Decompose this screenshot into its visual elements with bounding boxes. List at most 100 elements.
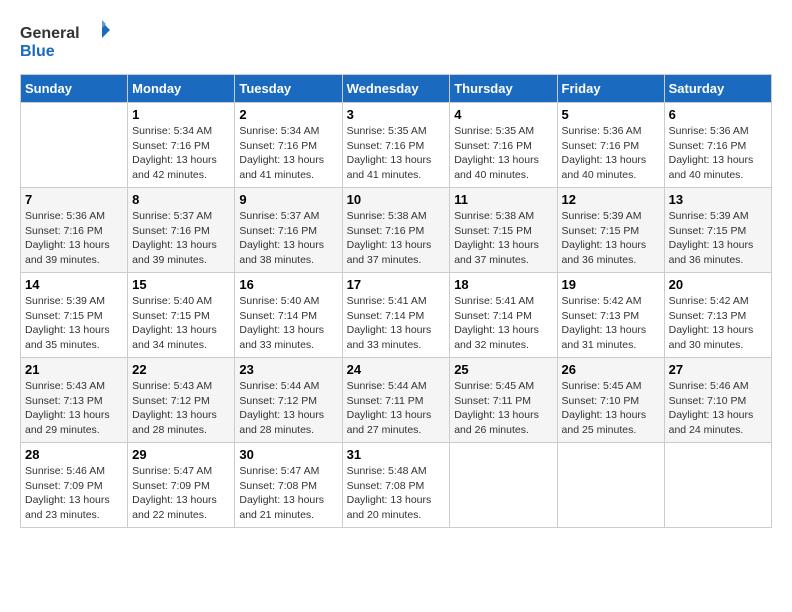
day-number: 19	[562, 277, 660, 292]
calendar-cell	[21, 103, 128, 188]
cell-info: Sunrise: 5:36 AM Sunset: 7:16 PM Dayligh…	[25, 209, 123, 268]
cell-info: Sunrise: 5:46 AM Sunset: 7:09 PM Dayligh…	[25, 464, 123, 523]
calendar-cell: 7 Sunrise: 5:36 AM Sunset: 7:16 PM Daylig…	[21, 188, 128, 273]
day-number: 30	[239, 447, 337, 462]
day-number: 13	[669, 192, 767, 207]
calendar-week-row: 28 Sunrise: 5:46 AM Sunset: 7:09 PM Dayli…	[21, 443, 772, 528]
day-number: 8	[132, 192, 230, 207]
cell-info: Sunrise: 5:34 AM Sunset: 7:16 PM Dayligh…	[239, 124, 337, 183]
day-number: 26	[562, 362, 660, 377]
calendar-week-row: 21 Sunrise: 5:43 AM Sunset: 7:13 PM Dayli…	[21, 358, 772, 443]
day-number: 1	[132, 107, 230, 122]
day-number: 28	[25, 447, 123, 462]
day-number: 24	[347, 362, 446, 377]
cell-info: Sunrise: 5:44 AM Sunset: 7:12 PM Dayligh…	[239, 379, 337, 438]
calendar-cell: 8Sunrise: 5:37 AM Sunset: 7:16 PM Daylig…	[128, 188, 235, 273]
calendar-table: SundayMondayTuesdayWednesdayThursdayFrid…	[20, 74, 772, 528]
cell-info: Sunrise: 5:41 AM Sunset: 7:14 PM Dayligh…	[454, 294, 552, 353]
cell-info: Sunrise: 5:35 AM Sunset: 7:16 PM Dayligh…	[454, 124, 552, 183]
day-number: 3	[347, 107, 446, 122]
cell-info: Sunrise: 5:39 AM Sunset: 7:15 PM Dayligh…	[562, 209, 660, 268]
cell-info: Sunrise: 5:40 AM Sunset: 7:15 PM Dayligh…	[132, 294, 230, 353]
cell-info: Sunrise: 5:38 AM Sunset: 7:16 PM Dayligh…	[347, 209, 446, 268]
day-number: 17	[347, 277, 446, 292]
cell-info: Sunrise: 5:39 AM Sunset: 7:15 PM Dayligh…	[669, 209, 767, 268]
day-number: 12	[562, 192, 660, 207]
calendar-cell: 28 Sunrise: 5:46 AM Sunset: 7:09 PM Dayli…	[21, 443, 128, 528]
calendar-cell: 12 Sunrise: 5:39 AM Sunset: 7:15 PM Dayli…	[557, 188, 664, 273]
cell-info: Sunrise: 5:45 AM Sunset: 7:10 PM Dayligh…	[562, 379, 660, 438]
day-number: 5	[562, 107, 660, 122]
calendar-week-row: 1 Sunrise: 5:34 AM Sunset: 7:16 PM Daylig…	[21, 103, 772, 188]
cell-info: Sunrise: 5:35 AM Sunset: 7:16 PM Dayligh…	[347, 124, 446, 183]
calendar-week-row: 14 Sunrise: 5:39 AM Sunset: 7:15 PM Dayli…	[21, 273, 772, 358]
cell-info: Sunrise: 5:43 AM Sunset: 7:13 PM Dayligh…	[25, 379, 123, 438]
day-number: 9	[239, 192, 337, 207]
day-number: 21	[25, 362, 123, 377]
day-number: 31	[347, 447, 446, 462]
day-number: 7	[25, 192, 123, 207]
day-number: 25	[454, 362, 552, 377]
calendar-cell: 17 Sunrise: 5:41 AM Sunset: 7:14 PM Dayli…	[342, 273, 450, 358]
column-header-friday: Friday	[557, 75, 664, 103]
day-number: 18	[454, 277, 552, 292]
column-header-tuesday: Tuesday	[235, 75, 342, 103]
cell-info: Sunrise: 5:47 AM Sunset: 7:08 PM Dayligh…	[239, 464, 337, 523]
calendar-cell: 23 Sunrise: 5:44 AM Sunset: 7:12 PM Dayli…	[235, 358, 342, 443]
cell-info: Sunrise: 5:34 AM Sunset: 7:16 PM Dayligh…	[132, 124, 230, 183]
day-number: 22	[132, 362, 230, 377]
cell-info: Sunrise: 5:41 AM Sunset: 7:14 PM Dayligh…	[347, 294, 446, 353]
calendar-cell: 2 Sunrise: 5:34 AM Sunset: 7:16 PM Daylig…	[235, 103, 342, 188]
cell-info: Sunrise: 5:39 AM Sunset: 7:15 PM Dayligh…	[25, 294, 123, 353]
calendar-cell: 20 Sunrise: 5:42 AM Sunset: 7:13 PM Dayli…	[664, 273, 771, 358]
cell-info: Sunrise: 5:44 AM Sunset: 7:11 PM Dayligh…	[347, 379, 446, 438]
day-number: 23	[239, 362, 337, 377]
day-number: 6	[669, 107, 767, 122]
calendar-cell: 19 Sunrise: 5:42 AM Sunset: 7:13 PM Dayli…	[557, 273, 664, 358]
cell-info: Sunrise: 5:36 AM Sunset: 7:16 PM Dayligh…	[562, 124, 660, 183]
cell-info: Sunrise: 5:42 AM Sunset: 7:13 PM Dayligh…	[562, 294, 660, 353]
day-number: 15	[132, 277, 230, 292]
cell-info: Sunrise: 5:42 AM Sunset: 7:13 PM Dayligh…	[669, 294, 767, 353]
calendar-cell: 3 Sunrise: 5:35 AM Sunset: 7:16 PM Daylig…	[342, 103, 450, 188]
page-header: General Blue	[20, 20, 772, 64]
day-number: 29	[132, 447, 230, 462]
day-number: 11	[454, 192, 552, 207]
cell-info: Sunrise: 5:46 AM Sunset: 7:10 PM Dayligh…	[669, 379, 767, 438]
calendar-cell: 30 Sunrise: 5:47 AM Sunset: 7:08 PM Dayli…	[235, 443, 342, 528]
calendar-cell	[664, 443, 771, 528]
calendar-cell: 5 Sunrise: 5:36 AM Sunset: 7:16 PM Daylig…	[557, 103, 664, 188]
column-header-monday: Monday	[128, 75, 235, 103]
cell-info: Sunrise: 5:37 AM Sunset: 7:16 PM Dayligh…	[239, 209, 337, 268]
calendar-cell: 1 Sunrise: 5:34 AM Sunset: 7:16 PM Daylig…	[128, 103, 235, 188]
calendar-week-row: 7 Sunrise: 5:36 AM Sunset: 7:16 PM Daylig…	[21, 188, 772, 273]
day-number: 20	[669, 277, 767, 292]
day-number: 4	[454, 107, 552, 122]
calendar-cell	[557, 443, 664, 528]
calendar-cell: 31 Sunrise: 5:48 AM Sunset: 7:08 PM Dayli…	[342, 443, 450, 528]
calendar-cell: 6 Sunrise: 5:36 AM Sunset: 7:16 PM Daylig…	[664, 103, 771, 188]
calendar-cell: 15 Sunrise: 5:40 AM Sunset: 7:15 PM Dayli…	[128, 273, 235, 358]
calendar-cell: 10Sunrise: 5:38 AM Sunset: 7:16 PM Dayli…	[342, 188, 450, 273]
calendar-cell: 4 Sunrise: 5:35 AM Sunset: 7:16 PM Daylig…	[450, 103, 557, 188]
svg-text:Blue: Blue	[20, 43, 55, 60]
cell-info: Sunrise: 5:45 AM Sunset: 7:11 PM Dayligh…	[454, 379, 552, 438]
calendar-cell: 16 Sunrise: 5:40 AM Sunset: 7:14 PM Dayli…	[235, 273, 342, 358]
logo-svg: General Blue	[20, 20, 110, 64]
cell-info: Sunrise: 5:36 AM Sunset: 7:16 PM Dayligh…	[669, 124, 767, 183]
calendar-cell: 24 Sunrise: 5:44 AM Sunset: 7:11 PM Dayli…	[342, 358, 450, 443]
cell-info: Sunrise: 5:47 AM Sunset: 7:09 PM Dayligh…	[132, 464, 230, 523]
day-number: 2	[239, 107, 337, 122]
cell-info: Sunrise: 5:40 AM Sunset: 7:14 PM Dayligh…	[239, 294, 337, 353]
calendar-cell: 22Sunrise: 5:43 AM Sunset: 7:12 PM Dayli…	[128, 358, 235, 443]
cell-info: Sunrise: 5:48 AM Sunset: 7:08 PM Dayligh…	[347, 464, 446, 523]
day-number: 14	[25, 277, 123, 292]
calendar-cell: 21 Sunrise: 5:43 AM Sunset: 7:13 PM Dayli…	[21, 358, 128, 443]
column-header-saturday: Saturday	[664, 75, 771, 103]
logo: General Blue	[20, 20, 110, 64]
calendar-cell: 11 Sunrise: 5:38 AM Sunset: 7:15 PM Dayli…	[450, 188, 557, 273]
day-number: 16	[239, 277, 337, 292]
column-header-wednesday: Wednesday	[342, 75, 450, 103]
day-number: 27	[669, 362, 767, 377]
cell-info: Sunrise: 5:38 AM Sunset: 7:15 PM Dayligh…	[454, 209, 552, 268]
